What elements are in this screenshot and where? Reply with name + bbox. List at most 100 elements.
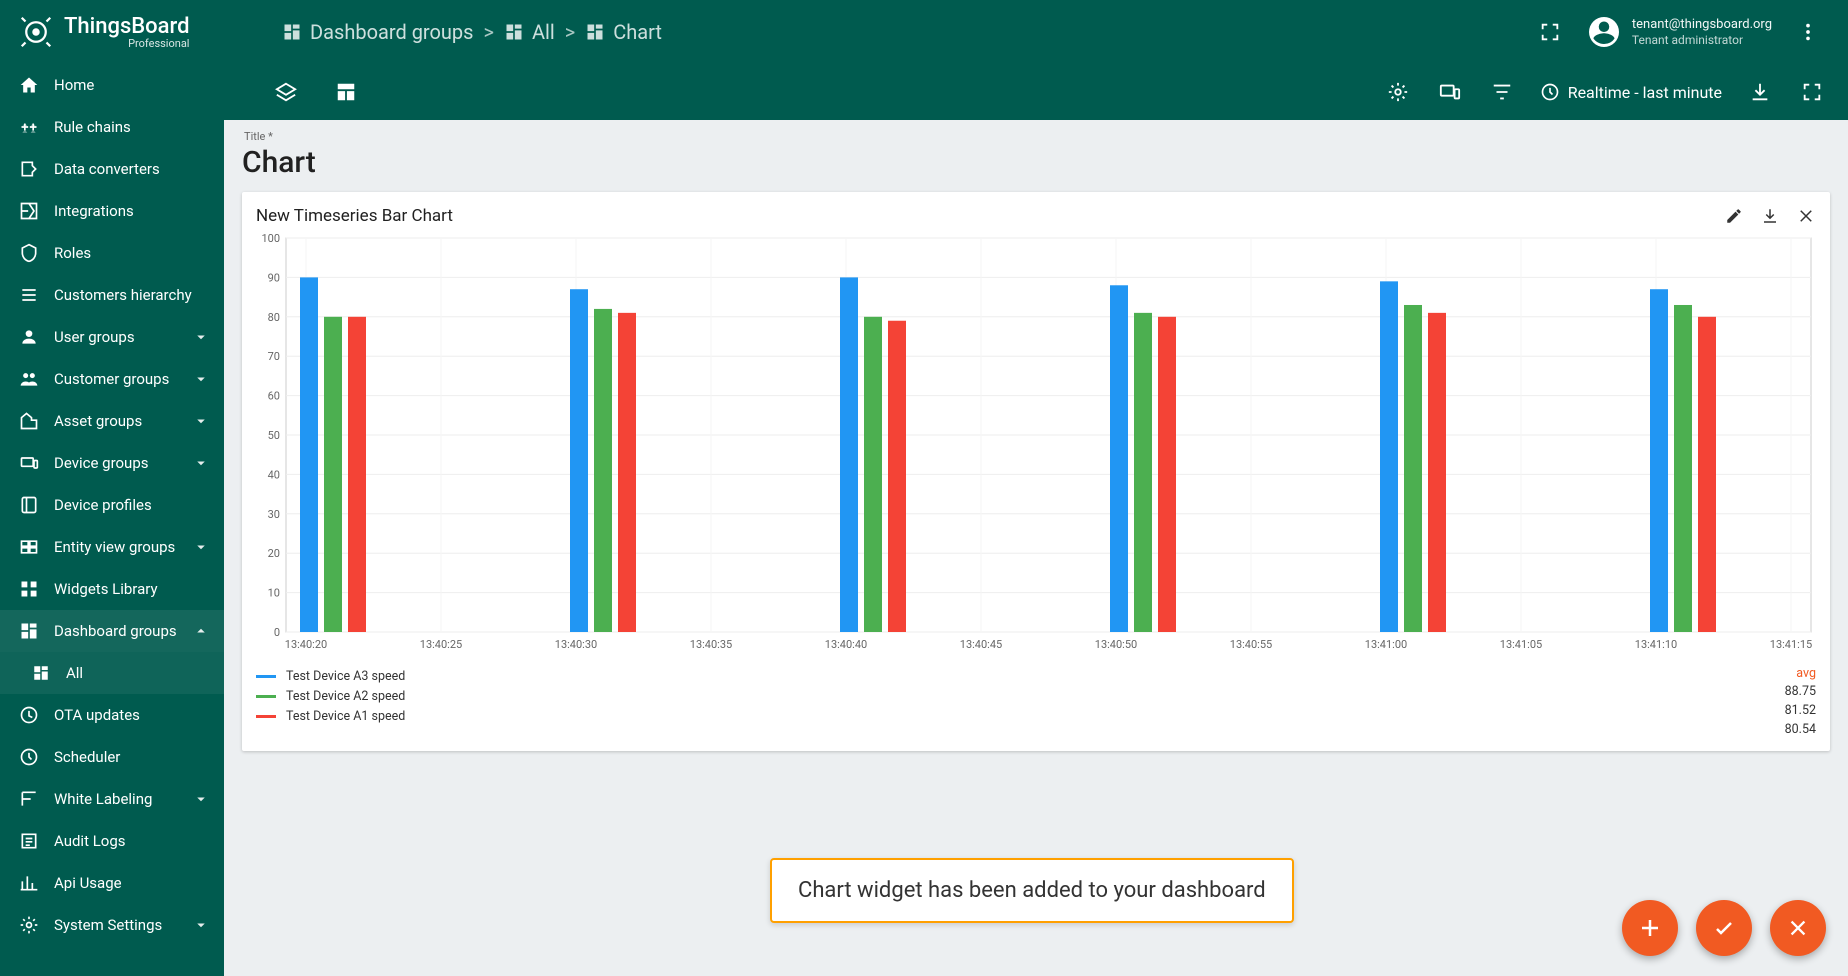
filters-button[interactable] [1482, 72, 1522, 112]
breadcrumb: Dashboard groups > All > Chart [250, 20, 662, 44]
timewindow-button[interactable]: Realtime - last minute [1534, 72, 1728, 112]
fullscreen-dashboard-button[interactable] [1792, 72, 1832, 112]
cancel-fab[interactable] [1770, 900, 1826, 956]
sidebar-item-home[interactable]: Home [0, 64, 224, 106]
sidebar-item-customer-groups[interactable]: Customer groups [0, 358, 224, 400]
svg-text:13:41:10: 13:41:10 [1635, 638, 1677, 651]
close-icon [1797, 207, 1815, 225]
ota-icon [19, 705, 39, 725]
svg-text:60: 60 [268, 390, 280, 403]
legend-avg-value: 80.54 [1785, 722, 1816, 741]
svg-text:13:41:05: 13:41:05 [1500, 638, 1542, 651]
sidebar-item-entity-view-groups[interactable]: Entity view groups [0, 526, 224, 568]
plus-icon [1638, 916, 1662, 940]
home-icon [19, 75, 39, 95]
brand-edition: Professional [64, 37, 189, 50]
close-icon [1787, 917, 1809, 939]
widgets-icon [19, 579, 39, 599]
sidebar-item-device-profiles[interactable]: Device profiles [0, 484, 224, 526]
user-role: Tenant administrator [1632, 33, 1772, 47]
layers-button[interactable] [266, 72, 306, 112]
widget-close-button[interactable] [1796, 206, 1816, 226]
svg-text:80: 80 [268, 311, 280, 324]
sidebar-item-data-converters[interactable]: Data converters [0, 148, 224, 190]
breadcrumb-chart[interactable]: Chart [585, 20, 662, 44]
entity-aliases-button[interactable] [1430, 72, 1470, 112]
svg-text:70: 70 [268, 350, 280, 363]
export-button[interactable] [1740, 72, 1780, 112]
breadcrumb-dashboard-groups[interactable]: Dashboard groups [282, 20, 474, 44]
sidebar-item-roles[interactable]: Roles [0, 232, 224, 274]
chevron-down-icon [192, 790, 210, 808]
svg-text:13:40:50: 13:40:50 [1095, 638, 1137, 651]
fullscreen-button[interactable] [1530, 12, 1570, 52]
devices-icon [1439, 81, 1461, 103]
sidebar-item-scheduler[interactable]: Scheduler [0, 736, 224, 778]
sidebar-item-system-settings[interactable]: System Settings [0, 904, 224, 946]
svg-text:13:40:25: 13:40:25 [420, 638, 462, 651]
user-menu[interactable]: tenant@thingsboard.org Tenant administra… [1586, 14, 1772, 50]
svg-text:13:40:45: 13:40:45 [960, 638, 1002, 651]
breadcrumb-separator: > [565, 20, 575, 44]
account-circle-icon [1586, 14, 1622, 50]
sidebar-item-dashboard-groups[interactable]: Dashboard groups [0, 610, 224, 652]
sidebar-item-rule-chains[interactable]: Rule chains [0, 106, 224, 148]
title-field-label: Title * [244, 130, 1830, 143]
svg-text:50: 50 [268, 429, 280, 442]
dashboard-icon [282, 22, 302, 42]
sidebar-item-integrations[interactable]: Integrations [0, 190, 224, 232]
settings-button[interactable] [1378, 72, 1418, 112]
legend-swatch [256, 715, 276, 718]
legend-item[interactable]: Test Device A1 speed [256, 706, 1785, 726]
breadcrumb-all[interactable]: All [504, 20, 555, 44]
gear-icon [1387, 81, 1409, 103]
widget-download-button[interactable] [1760, 206, 1780, 226]
brand-logo[interactable]: ThingsBoard Professional [0, 0, 250, 64]
sidebar-item-user-groups[interactable]: User groups [0, 316, 224, 358]
sidebar-item-device-groups[interactable]: Device groups [0, 442, 224, 484]
sidebar-item-asset-groups[interactable]: Asset groups [0, 400, 224, 442]
sidebar: Home Rule chains Data converters Integra… [0, 64, 224, 976]
add-widget-fab[interactable] [1622, 900, 1678, 956]
sidebar-item-ota-updates[interactable]: OTA updates [0, 694, 224, 736]
chart-plot: 010203040506070809010013:40:2013:40:2513… [256, 232, 1816, 662]
legend-item[interactable]: Test Device A2 speed [256, 686, 1785, 706]
more-menu-button[interactable] [1788, 12, 1828, 52]
dashboard-icon [19, 621, 39, 641]
sidebar-item-white-labeling[interactable]: White Labeling [0, 778, 224, 820]
chart-widget: New Timeseries Bar Chart 010203040506070… [242, 192, 1830, 751]
chevron-down-icon [192, 454, 210, 472]
svg-text:13:40:35: 13:40:35 [690, 638, 732, 651]
sidebar-item-all[interactable]: All [0, 652, 224, 694]
legend-item[interactable]: Test Device A3 speed [256, 666, 1785, 686]
svg-text:13:41:15: 13:41:15 [1770, 638, 1812, 651]
brand-name: ThingsBoard [64, 14, 189, 39]
chart-legend: Test Device A3 speed Test Device A2 spee… [256, 666, 1816, 741]
layers-icon [275, 81, 297, 103]
dashboard-icon [504, 22, 524, 42]
sidebar-item-widgets-library[interactable]: Widgets Library [0, 568, 224, 610]
sidebar-item-customers-hierarchy[interactable]: Customers hierarchy [0, 274, 224, 316]
legend-avg-value: 88.75 [1785, 684, 1816, 703]
customer-groups-icon [19, 369, 39, 389]
chevron-down-icon [192, 328, 210, 346]
main-area: Realtime - last minute Title * Chart New… [224, 64, 1848, 976]
svg-text:13:40:20: 13:40:20 [285, 638, 327, 651]
layouts-button[interactable] [326, 72, 366, 112]
sidebar-item-audit-logs[interactable]: Audit Logs [0, 820, 224, 862]
apply-fab[interactable] [1696, 900, 1752, 956]
dashboard-toolbar: Realtime - last minute [224, 64, 1848, 120]
svg-text:0: 0 [274, 626, 280, 639]
hierarchy-icon [19, 285, 39, 305]
breadcrumb-separator: > [484, 20, 494, 44]
dashboard-title-input[interactable]: Chart [242, 145, 1830, 180]
legend-avg-header: avg [1785, 666, 1816, 684]
svg-text:90: 90 [268, 271, 280, 284]
device-profiles-icon [19, 495, 39, 515]
settings-icon [19, 915, 39, 935]
svg-text:10: 10 [268, 587, 280, 600]
sidebar-item-api-usage[interactable]: Api Usage [0, 862, 224, 904]
fullscreen-icon [1801, 81, 1823, 103]
widget-edit-button[interactable] [1724, 206, 1744, 226]
scheduler-icon [19, 747, 39, 767]
